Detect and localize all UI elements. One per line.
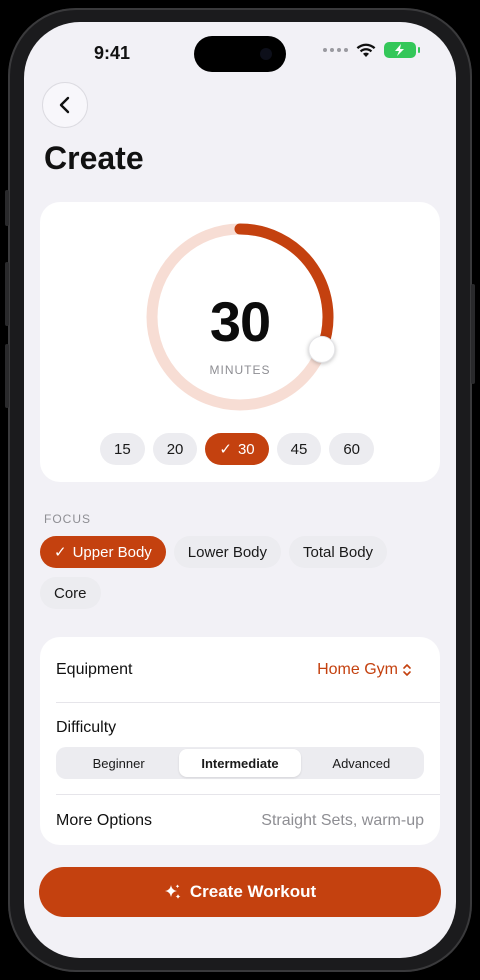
volume-down-button [5, 344, 9, 408]
check-icon: ✓ [54, 544, 67, 561]
duration-card: 30 MINUTES 15 20 ✓ 30 45 60 [40, 202, 440, 482]
minute-option-30[interactable]: ✓ 30 [205, 433, 269, 465]
settings-card: Equipment Home Gym Difficulty Beginner I… [40, 637, 440, 845]
create-workout-label: Create Workout [189, 882, 317, 901]
page-title: Create [44, 140, 144, 176]
focus-options-row-2: Core [40, 577, 101, 609]
difficulty-segmented-control: Beginner Intermediate Advanced [56, 747, 424, 779]
dynamic-island [194, 36, 286, 72]
focus-label: FOCUS [44, 512, 91, 526]
more-options-value[interactable]: Straight Sets, warm-up [261, 812, 424, 830]
focus-options: ✓ Upper Body Lower Body Total Body [40, 536, 388, 568]
difficulty-advanced[interactable]: Advanced [301, 749, 422, 777]
minute-options: 15 20 ✓ 30 45 60 [100, 433, 375, 465]
difficulty-beginner[interactable]: Beginner [58, 749, 179, 777]
more-options-label[interactable]: More Options [56, 812, 152, 830]
focus-option-upper-body[interactable]: ✓ Upper Body [40, 536, 166, 568]
status-icons [323, 42, 420, 58]
chevron-left-icon [59, 96, 70, 114]
divider [56, 702, 440, 703]
camera-icon [260, 48, 272, 60]
duration-value: 30 [209, 290, 271, 353]
sparkle-icon [164, 884, 181, 899]
duration-unit: MINUTES [209, 363, 271, 377]
minute-option-20[interactable]: 20 [152, 433, 198, 465]
difficulty-label: Difficulty [56, 719, 117, 736]
focus-option-core[interactable]: Core [40, 577, 101, 609]
focus-option-lower-body[interactable]: Lower Body [173, 536, 282, 568]
cellular-icon [323, 48, 348, 52]
chevron-up-down-icon [403, 664, 411, 676]
wifi-icon [356, 43, 376, 57]
focus-option-total-body[interactable]: Total Body [289, 536, 388, 568]
minute-option-60[interactable]: 60 [329, 433, 375, 465]
battery-icon [384, 42, 420, 58]
check-icon: ✓ [219, 441, 232, 458]
back-button[interactable] [42, 82, 88, 128]
equipment-label: Equipment [56, 661, 133, 678]
duration-dial[interactable]: 30 MINUTES [140, 217, 340, 417]
create-workout-button[interactable]: Create Workout [39, 867, 441, 917]
minute-option-45[interactable]: 45 [276, 433, 322, 465]
status-time: 9:41 [94, 43, 131, 63]
screen: 9:41 Create 30 MINUTES 15 20 ✓ 30 45 60 … [24, 22, 456, 958]
minute-option-15[interactable]: 15 [100, 433, 145, 465]
equipment-picker[interactable]: Home Gym [317, 661, 412, 679]
power-button [471, 284, 475, 384]
divider [56, 794, 440, 795]
difficulty-intermediate[interactable]: Intermediate [179, 749, 301, 777]
action-button [5, 190, 9, 226]
volume-up-button [5, 262, 9, 326]
